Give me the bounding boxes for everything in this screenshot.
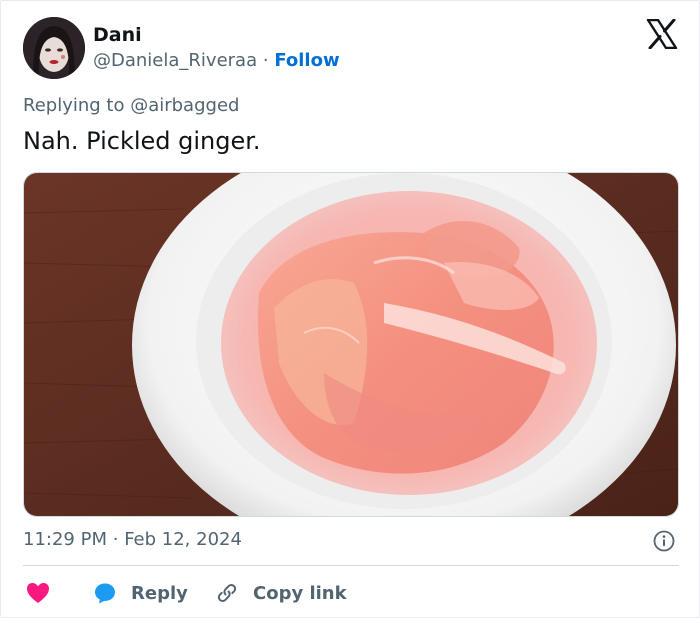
- copy-link-button[interactable]: Copy link: [215, 577, 347, 609]
- link-icon: [217, 583, 237, 603]
- avatar[interactable]: [23, 17, 85, 79]
- handle-separator: ·: [262, 50, 269, 71]
- tweet-text: Nah. Pickled ginger.: [23, 127, 261, 155]
- action-bar: Reply Copy link: [23, 577, 679, 609]
- tweet-card: Dani @Daniela_Riveraa · Follow Replying …: [0, 0, 700, 618]
- reply-button[interactable]: Reply: [93, 577, 188, 609]
- copy-link-label: Copy link: [253, 582, 347, 604]
- replying-to-prefix: Replying to: [23, 95, 131, 116]
- photo-pickled-ginger-bowl: [24, 173, 678, 516]
- tweet-date[interactable]: Feb 12, 2024: [124, 529, 242, 550]
- date-separator: ·: [112, 529, 119, 550]
- follow-button[interactable]: Follow: [274, 50, 339, 71]
- tweet-timestamp[interactable]: 11:29 PM · Feb 12, 2024: [23, 528, 242, 552]
- x-logo-icon[interactable]: [646, 18, 678, 50]
- like-button[interactable]: [25, 577, 51, 609]
- replying-to-handle[interactable]: @airbagged: [130, 95, 239, 116]
- author-handle-row: @Daniela_Riveraa · Follow: [93, 49, 340, 73]
- reply-label: Reply: [131, 582, 188, 604]
- author-name[interactable]: Dani: [93, 23, 142, 47]
- author-handle[interactable]: @Daniela_Riveraa: [93, 50, 257, 71]
- info-icon[interactable]: [653, 530, 675, 552]
- heart-icon: [27, 583, 49, 603]
- divider: [23, 565, 679, 566]
- tweet-time[interactable]: 11:29 PM: [23, 529, 107, 550]
- reply-bubble-icon: [95, 583, 115, 604]
- replying-to: Replying to @airbagged: [23, 94, 239, 118]
- tweet-photo[interactable]: [23, 172, 679, 517]
